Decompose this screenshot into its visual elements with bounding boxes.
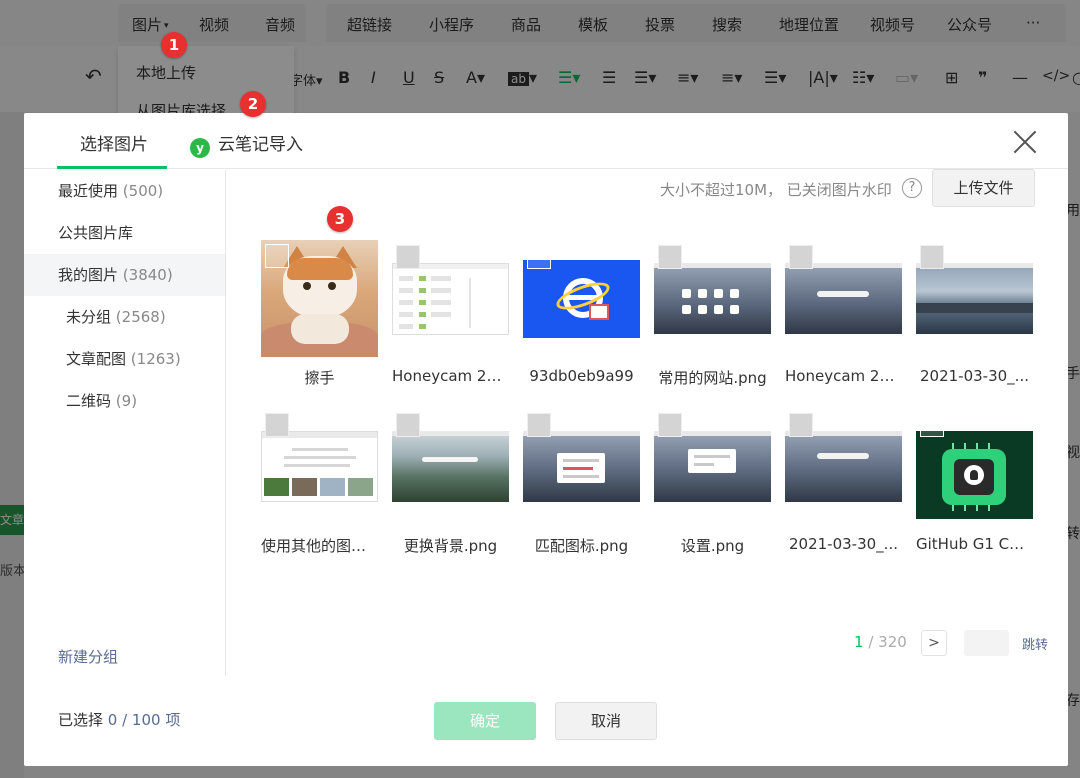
- confirm-button[interactable]: 确定: [434, 702, 536, 740]
- sidebar-item-qrcode[interactable]: 二维码 (9): [24, 380, 225, 422]
- sidebar-item-recent[interactable]: 最近使用 (500): [24, 170, 225, 212]
- active-tab-indicator: [57, 166, 167, 169]
- close-icon[interactable]: [1012, 129, 1038, 155]
- dialog-tabs: 选择图片 y 云笔记导入: [24, 113, 1068, 169]
- image-item[interactable]: 使用其他的图片.png: [261, 408, 378, 555]
- desktop-screenshot: [785, 263, 902, 334]
- image-caption: 更换背景.png: [403, 537, 498, 555]
- current-page: 1: [854, 633, 864, 651]
- tab-cloud-note-import[interactable]: y 云笔记导入: [190, 130, 303, 158]
- total-pages: 320: [878, 633, 907, 651]
- select-checkbox[interactable]: [658, 413, 682, 437]
- select-checkbox[interactable]: [920, 245, 944, 269]
- tab-select-image[interactable]: 选择图片: [80, 130, 148, 155]
- screenshot-preview: [392, 263, 509, 335]
- image-caption: 2021-03-30_...: [789, 535, 898, 553]
- image-caption: GitHub G1 Chip.png: [916, 535, 1033, 553]
- step-badge-1: 1: [161, 32, 187, 58]
- ie-logo-image: [523, 260, 640, 338]
- image-caption: 常用的网站.png: [658, 369, 767, 387]
- image-thumbnail[interactable]: [654, 408, 771, 525]
- lake-wallpaper: [916, 263, 1033, 334]
- image-thumbnail[interactable]: [392, 408, 509, 525]
- image-thumbnail[interactable]: [916, 408, 1033, 525]
- upload-hint: 大小不超过10M， 已关闭图片水印: [660, 181, 892, 199]
- cloud-note-icon: y: [190, 138, 210, 158]
- select-checkbox[interactable]: [265, 244, 289, 268]
- select-checkbox[interactable]: [396, 413, 420, 437]
- dialog-footer: 已选择 0 / 100 项 确定 取消: [24, 676, 1068, 766]
- desktop-screenshot: [654, 431, 771, 502]
- image-caption: Honeycam 2021-03-30: [785, 367, 902, 385]
- image-caption: 匹配图标.png: [534, 537, 629, 555]
- selected-count: 已选择 0 / 100 项: [58, 711, 181, 729]
- jump-button[interactable]: 跳转: [1022, 634, 1048, 653]
- next-page-button[interactable]: >: [921, 630, 947, 656]
- sidebar-item-ungrouped[interactable]: 未分组 (2568): [24, 296, 225, 338]
- image-thumbnail[interactable]: [785, 240, 902, 357]
- image-thumbnail[interactable]: [523, 408, 640, 525]
- github-icon: [964, 465, 984, 485]
- step-badge-3: 3: [327, 206, 353, 232]
- image-thumbnail[interactable]: [261, 408, 378, 525]
- image-item[interactable]: 常用的网站.png: [654, 240, 771, 387]
- image-thumbnail[interactable]: [392, 240, 509, 357]
- image-item[interactable]: 匹配图标.png: [523, 408, 640, 555]
- desktop-screenshot: [654, 263, 771, 334]
- step-badge-2: 2: [240, 91, 266, 117]
- image-group-sidebar: 最近使用 (500) 公共图片库 我的图片 (3840) 未分组 (2568) …: [24, 170, 226, 676]
- help-icon[interactable]: ?: [902, 178, 922, 198]
- image-caption: 擦手: [304, 369, 335, 387]
- image-caption: 2021-03-30_...: [920, 367, 1029, 385]
- image-thumbnail[interactable]: [916, 240, 1033, 357]
- image-item[interactable]: 2021-03-30_...: [916, 240, 1033, 385]
- image-thumbnail[interactable]: [654, 240, 771, 357]
- desktop-screenshot: [785, 431, 902, 502]
- cancel-button[interactable]: 取消: [555, 702, 657, 740]
- image-thumbnail[interactable]: [261, 240, 378, 357]
- select-checkbox[interactable]: [265, 413, 289, 437]
- select-checkbox[interactable]: [789, 413, 813, 437]
- valley-wallpaper: [392, 431, 509, 502]
- image-caption: 设置.png: [680, 537, 745, 555]
- select-checkbox[interactable]: [920, 413, 944, 437]
- select-checkbox[interactable]: [789, 245, 813, 269]
- page-jump-input[interactable]: [964, 630, 1009, 656]
- image-item[interactable]: 擦手: [261, 240, 378, 387]
- image-thumbnail[interactable]: [785, 408, 902, 525]
- select-checkbox[interactable]: [396, 245, 420, 269]
- image-thumbnail[interactable]: [523, 240, 640, 357]
- upload-file-button[interactable]: 上传文件: [932, 169, 1035, 207]
- sidebar-item-article-images[interactable]: 文章配图 (1263): [24, 338, 225, 380]
- github-chip-image: [916, 431, 1033, 519]
- image-item[interactable]: 93db0eb9a99: [523, 240, 640, 385]
- sidebar-item-public-library[interactable]: 公共图片库: [24, 212, 225, 254]
- select-checkbox[interactable]: [527, 413, 551, 437]
- browser-screenshot: [261, 431, 378, 502]
- image-caption: 使用其他的图片.png: [261, 537, 378, 555]
- image-caption: Honeycam 2021-03-30: [392, 367, 509, 385]
- page-indicator: 1 / 320: [854, 633, 907, 651]
- desktop-screenshot: [523, 431, 640, 502]
- image-item[interactable]: Honeycam 2021-03-30: [785, 240, 902, 385]
- image-item[interactable]: 更换背景.png: [392, 408, 509, 555]
- image-item[interactable]: Honeycam 2021-03-30: [392, 240, 509, 385]
- image-item[interactable]: 设置.png: [654, 408, 771, 555]
- select-checkbox[interactable]: [527, 245, 551, 269]
- image-caption: 93db0eb9a99: [529, 367, 634, 385]
- sidebar-item-my-images[interactable]: 我的图片 (3840): [24, 254, 225, 296]
- image-item[interactable]: GitHub G1 Chip.png: [916, 408, 1033, 553]
- select-checkbox[interactable]: [658, 245, 682, 269]
- select-image-dialog: 选择图片 y 云笔记导入 最近使用 (500) 公共图片库 我的图片 (3840)…: [24, 113, 1068, 766]
- image-item[interactable]: 2021-03-30_...: [785, 408, 902, 553]
- new-group-link[interactable]: 新建分组: [58, 646, 118, 667]
